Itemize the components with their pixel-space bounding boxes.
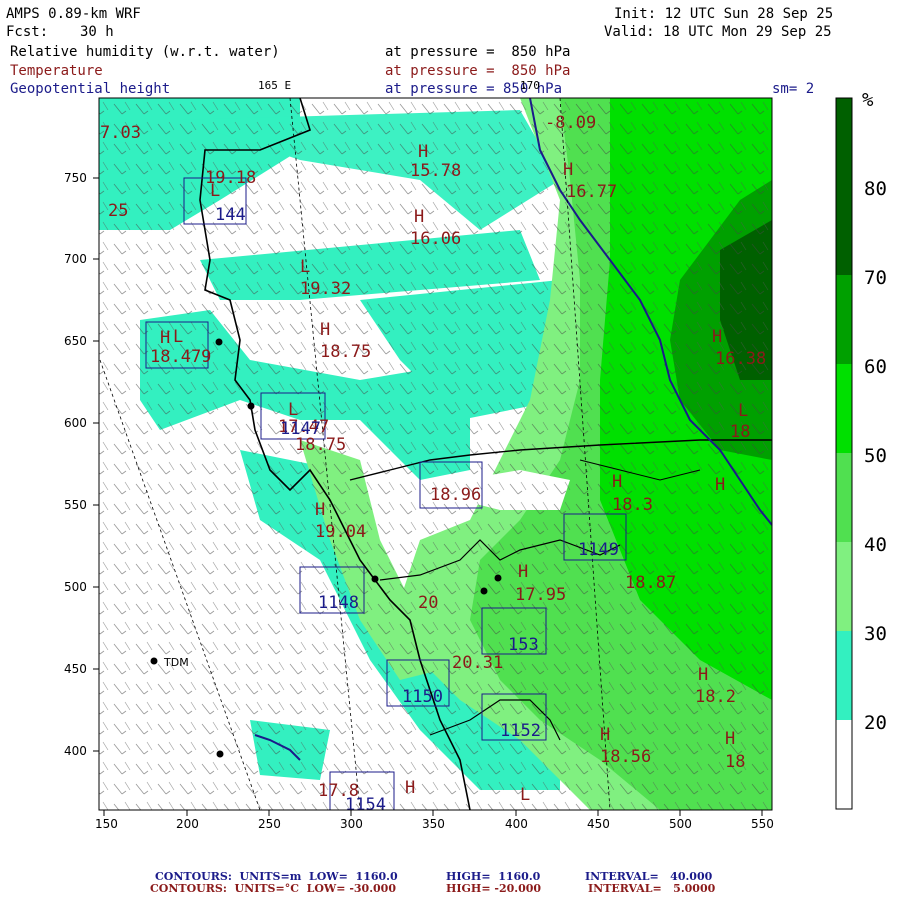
y-tick-label: 700 (64, 252, 87, 266)
temperature-label: 19.32 (300, 279, 351, 299)
footer-temp-high: HIGH= -20.000 (446, 882, 542, 895)
temperature-label: 18 (725, 752, 745, 772)
temperature-label: 18.56 (600, 747, 651, 767)
high-marker: H (518, 562, 528, 582)
x-tick-label: 150 (95, 817, 118, 831)
temperature-label: 7.03 (100, 123, 141, 143)
high-marker: H (320, 320, 330, 340)
colorbar-swatch (836, 720, 852, 809)
temperature-label: 20 (418, 593, 438, 613)
x-tick-label: 500 (669, 817, 692, 831)
temperature-label: 16.06 (410, 229, 461, 249)
station-marker (216, 750, 224, 758)
temperature-label: 18 (730, 422, 750, 442)
colorbar-label: 30 (864, 623, 887, 645)
colorbar-label: 60 (864, 356, 887, 378)
colorbar-swatch (836, 542, 852, 631)
station-marker (215, 338, 223, 346)
height-value: 1149 (578, 540, 619, 560)
x-tick-label: 250 (258, 817, 281, 831)
height-value: 1152 (500, 721, 541, 741)
y-tick-label: 650 (64, 334, 87, 348)
x-axis: 150 200 250 300 350 400 450 500 550 (95, 810, 774, 831)
colorbar-label: 40 (864, 534, 887, 556)
colorbar-swatch (836, 98, 852, 275)
x-tick-label: 550 (751, 817, 774, 831)
high-marker: H (315, 500, 325, 520)
low-marker: L (738, 401, 748, 421)
high-marker: H (160, 328, 170, 348)
temperature-label: 18.3 (612, 495, 653, 515)
high-marker: H (698, 665, 708, 685)
x-tick-label: 450 (587, 817, 610, 831)
x-tick-label: 400 (505, 817, 528, 831)
temperature-label: 15.78 (410, 161, 461, 181)
footer-temp-contours: CONTOURS: UNITS=°C LOW= -30.000 (150, 882, 396, 895)
temperature-label: 17.95 (515, 585, 566, 605)
temperature-label: -8.09 (545, 113, 596, 133)
x-tick-label: 300 (340, 817, 363, 831)
y-tick-label: 450 (64, 662, 87, 676)
colorbar-swatch (836, 364, 852, 453)
low-marker: L (173, 327, 183, 347)
colorbar-label: 70 (864, 267, 887, 289)
height-value: 144 (215, 205, 246, 225)
temperature-label: 16.77 (566, 182, 617, 202)
y-tick-label: 400 (64, 744, 87, 758)
x-tick-label: 200 (176, 817, 199, 831)
colorbar-label: 50 (864, 445, 887, 467)
temperature-label: 18.479 (150, 347, 211, 367)
y-tick-label: 500 (64, 580, 87, 594)
high-marker: H (405, 778, 415, 798)
station-marker (480, 587, 488, 595)
colorbar-swatch (836, 631, 852, 720)
y-axis: 750 700 650 600 550 500 450 400 (64, 171, 99, 758)
low-marker: L (300, 257, 310, 277)
high-marker: H (600, 725, 610, 745)
high-marker: H (563, 160, 573, 180)
x-tick-label: 350 (422, 817, 445, 831)
temperature-label: 18.75 (320, 342, 371, 362)
station-marker (371, 575, 379, 583)
station-marker-tdm (150, 657, 158, 665)
colorbar-label: 80 (864, 178, 887, 200)
colorbar-unit: % (862, 89, 874, 111)
map-plot-area: 7.03 19.18 15.78 16.77 16.06 19.32 18.75… (99, 98, 772, 810)
high-marker: H (612, 472, 622, 492)
low-marker: L (520, 785, 530, 805)
high-marker: H (715, 475, 725, 495)
height-value: 1148 (318, 593, 359, 613)
temperature-label: 19.04 (315, 522, 366, 542)
y-tick-label: 550 (64, 498, 87, 512)
colorbar: % 20 30 40 50 60 70 80 (835, 89, 887, 810)
footer-temp-interval: INTERVAL= 5.0000 (588, 882, 716, 895)
temperature-label: 18.96 (430, 485, 481, 505)
temperature-label: 18.87 (625, 573, 676, 593)
high-marker: H (725, 729, 735, 749)
colorbar-swatch (836, 453, 852, 542)
low-marker: L (288, 400, 298, 420)
temperature-label: 25 (108, 201, 128, 221)
colorbar-swatch (836, 275, 852, 364)
station-marker (247, 402, 255, 410)
y-tick-label: 750 (64, 171, 87, 185)
high-marker: H (712, 327, 722, 347)
high-marker: H (414, 207, 424, 227)
map-canvas: 7.03 19.18 15.78 16.77 16.06 19.32 18.75… (64, 89, 887, 831)
station-label-tdm: TDM (163, 656, 189, 669)
y-tick-label: 600 (64, 416, 87, 430)
station-marker (494, 574, 502, 582)
low-marker: L (210, 181, 220, 201)
high-marker: H (418, 142, 428, 162)
temperature-label: 18.2 (695, 687, 736, 707)
height-value: 153 (508, 635, 539, 655)
colorbar-label: 20 (864, 712, 887, 734)
height-value: 1147 (280, 419, 321, 439)
height-value: 1150 (402, 687, 443, 707)
temperature-label: 20.31 (452, 653, 503, 673)
temperature-label: 16.38 (715, 349, 766, 369)
